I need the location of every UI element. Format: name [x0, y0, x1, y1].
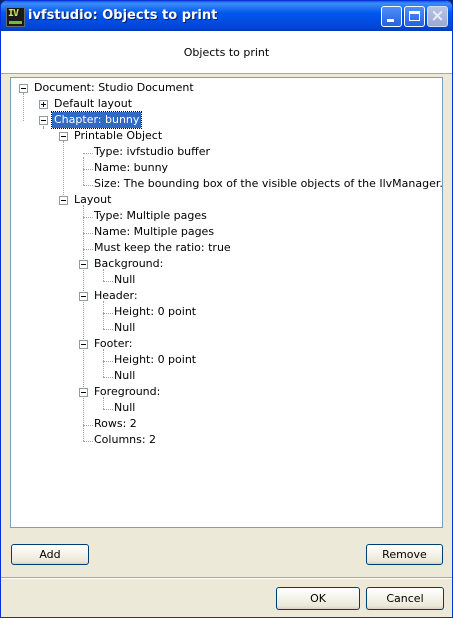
collapse-icon[interactable] — [59, 132, 68, 141]
separator — [1, 577, 452, 579]
tree-node-document[interactable]: Document: Studio Document — [32, 80, 196, 96]
collapse-icon[interactable] — [59, 196, 68, 205]
collapse-icon[interactable] — [79, 340, 88, 349]
tree-node-po-type[interactable]: Type: ivfstudio buffer — [92, 144, 212, 160]
tree-node-label: Footer: — [94, 337, 133, 350]
collapse-icon[interactable] — [39, 116, 48, 125]
tree-node-rows[interactable]: Rows: 2 — [92, 416, 139, 432]
cancel-button[interactable]: Cancel — [366, 587, 444, 610]
tree-node-label: Null — [114, 369, 136, 382]
tree-node-footer[interactable]: Footer: — [92, 336, 135, 352]
header-title: Objects to print — [183, 46, 270, 59]
title-bar[interactable]: IV ivfstudio: Objects to print × — [1, 1, 452, 31]
tree-line — [23, 93, 24, 121]
tree-node-label: Height: 0 point — [114, 305, 197, 318]
tree-node-background[interactable]: Background: — [92, 256, 165, 272]
close-icon: × — [430, 6, 445, 26]
tree-node-label: Printable Object — [74, 129, 163, 142]
tree-node-label: Columns: 2 — [94, 433, 157, 446]
app-icon-bar — [9, 21, 22, 24]
tree-node-foreground-null[interactable]: Null — [112, 400, 137, 416]
minimize-icon — [387, 19, 394, 22]
collapse-icon[interactable] — [79, 388, 88, 397]
tree-node-footer-height[interactable]: Height: 0 point — [112, 352, 198, 368]
tree-line — [43, 126, 44, 128]
tree-node-label: Size: The bounding box of the visible ob… — [94, 177, 443, 190]
tree-node-footer-null[interactable]: Null — [112, 368, 137, 384]
tree-node-header[interactable]: Header: — [92, 288, 140, 304]
print-objects-tree[interactable]: Document: Studio Document Default layout… — [10, 77, 443, 528]
dialog-window: IV ivfstudio: Objects to print × Objects… — [0, 0, 453, 618]
tree-node-label: Type: ivfstudio buffer — [94, 145, 211, 158]
minimize-button[interactable] — [381, 6, 402, 27]
tree-node-label: Null — [114, 273, 136, 286]
tree-node-label: Layout — [74, 193, 112, 206]
collapse-icon[interactable] — [79, 260, 88, 269]
tree-node-label: Default layout — [54, 97, 133, 110]
tree-node-label: Background: — [94, 257, 164, 270]
tree-node-label: Name: Multiple pages — [94, 225, 215, 238]
maximize-icon — [409, 11, 420, 21]
tree-node-label: Header: — [94, 289, 138, 302]
tree-line — [103, 301, 104, 329]
tree-node-label: Null — [114, 321, 136, 334]
tree-line — [103, 349, 104, 377]
tree-node-label: Chapter: bunny — [50, 111, 143, 129]
tree-line — [83, 157, 84, 185]
tree-node-label: Height: 0 point — [114, 353, 197, 366]
expand-icon[interactable] — [39, 100, 48, 109]
tree-node-printable-object[interactable]: Printable Object — [72, 128, 164, 144]
remove-button[interactable]: Remove — [366, 544, 443, 565]
app-icon[interactable]: IV — [6, 7, 25, 27]
tree-node-default-layout[interactable]: Default layout — [52, 96, 134, 112]
tree-node-po-size[interactable]: Size: The bounding box of the visible ob… — [92, 176, 443, 192]
tree-node-chapter[interactable]: Chapter: bunny — [50, 111, 143, 129]
tree-node-label: Foreground: — [94, 385, 161, 398]
collapse-icon[interactable] — [19, 84, 28, 93]
maximize-button[interactable] — [404, 6, 425, 27]
window-title: ivfstudio: Objects to print — [28, 8, 218, 23]
tree-node-label: Name: bunny — [94, 161, 169, 174]
tree-node-layout-type[interactable]: Type: Multiple pages — [92, 208, 209, 224]
tree-node-background-null[interactable]: Null — [112, 272, 137, 288]
tree-node-layout-ratio[interactable]: Must keep the ratio: true — [92, 240, 233, 256]
tree-line — [63, 141, 64, 201]
dialog-header: Objects to print — [1, 31, 452, 74]
app-icon-text: IV — [8, 8, 19, 19]
tree-line — [83, 205, 84, 441]
tree-node-label: Type: Multiple pages — [94, 209, 207, 222]
tree-node-label: Document: Studio Document — [34, 81, 194, 94]
tree-node-po-name[interactable]: Name: bunny — [92, 160, 170, 176]
tree-node-header-null[interactable]: Null — [112, 320, 137, 336]
tree-node-columns[interactable]: Columns: 2 — [92, 432, 158, 448]
tree-node-header-height[interactable]: Height: 0 point — [112, 304, 198, 320]
tree-node-foreground[interactable]: Foreground: — [92, 384, 162, 400]
ok-button[interactable]: OK — [276, 587, 360, 610]
tree-node-label: Null — [114, 401, 136, 414]
tree-node-layout[interactable]: Layout — [72, 192, 113, 208]
add-button[interactable]: Add — [11, 544, 89, 565]
tree-node-label: Must keep the ratio: true — [94, 241, 231, 254]
tree-node-layout-name[interactable]: Name: Multiple pages — [92, 224, 216, 240]
close-button[interactable]: × — [427, 6, 448, 27]
collapse-icon[interactable] — [79, 292, 88, 301]
tree-node-label: Rows: 2 — [94, 417, 137, 430]
